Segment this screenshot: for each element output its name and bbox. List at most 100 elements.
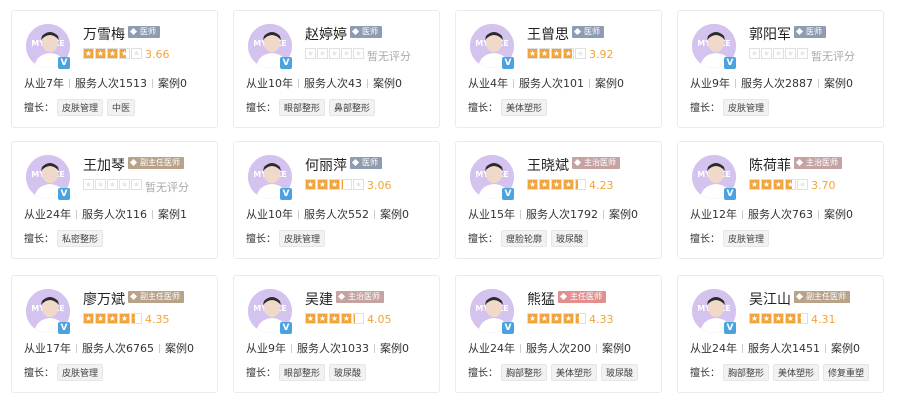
doctor-name[interactable]: 王加琴 [83,155,125,175]
verified-icon: V [58,188,70,200]
skill-tag[interactable]: 美体塑形 [551,364,598,381]
doctor-name[interactable]: 王晓斌 [527,155,569,175]
star-icon: ★ [119,48,130,59]
star-icon: ★ [539,179,550,190]
doctor-title-badge: 医师 [350,26,382,38]
doctor-name[interactable]: 吴建 [305,289,333,309]
served-count: 服务人次43 [304,77,362,90]
star-icon: ★ [341,313,352,324]
star-icon: ★ [95,179,106,190]
doctor-skills: 擅长： 眼部整形 鼻部整形 [246,99,379,116]
star-icon: ★ [761,179,772,190]
doctor-name[interactable]: 廖万斌 [83,289,125,309]
star-icon: ★ [773,313,784,324]
doctor-name[interactable]: 王曾思 [527,24,569,44]
rating-score: 4.31 [811,313,836,326]
star-icon: ★ [95,48,106,59]
skill-tag[interactable]: 美体塑形 [501,99,548,116]
skill-tag[interactable]: 鼻部整形 [329,99,376,116]
divider [513,79,514,88]
skill-tag[interactable]: 皮肤管理 [57,99,104,116]
practice-years: 从业4年 [468,77,508,90]
star-icon: ★ [761,48,772,59]
star-icon: ★ [305,48,316,59]
skill-tag[interactable]: 胸部整形 [723,364,770,381]
served-count: 服务人次6765 [82,342,154,355]
skill-tag[interactable]: 皮肤管理 [57,364,104,381]
served-count: 服务人次552 [304,208,369,221]
skill-tag[interactable]: 眼部整形 [279,99,326,116]
skill-tag[interactable]: 玻尿酸 [329,364,367,381]
star-icon: ★ [797,313,808,324]
skill-tag[interactable]: 玻尿酸 [551,230,589,247]
divider [742,210,743,219]
divider [374,344,375,353]
skills-label: 擅长： [468,368,498,379]
doctor-name[interactable]: 万雪梅 [83,24,125,44]
skill-tag[interactable]: 皮肤管理 [279,230,326,247]
doctor-title-badge: 医师 [350,157,382,169]
practice-years: 从业9年 [246,342,286,355]
doctor-grid: MYLIKEV万雪梅医师★★★★★3.66从业7年服务人次1513案例0擅长：皮… [11,10,889,402]
doctor-title-badge: 医师 [128,26,160,38]
skill-tag[interactable]: 皮肤管理 [723,99,770,116]
star-icon: ★ [575,313,586,324]
skill-tag[interactable]: 瘦脸轮廓 [501,230,548,247]
doctor-card[interactable]: MYLIKEV万雪梅医师★★★★★3.66从业7年服务人次1513案例0擅长：皮… [11,10,218,128]
star-icon: ★ [749,179,760,190]
doctor-skills: 擅长： 胸部整形 美体塑形 玻尿酸 [468,364,642,381]
doctor-card[interactable]: MYLIKEV王曾思医师★★★★★3.92从业4年服务人次101案例0擅长：美体… [455,10,662,128]
skill-tag[interactable]: 中医 [107,99,136,116]
doctor-name[interactable]: 何丽萍 [305,155,347,175]
doctor-name[interactable]: 郭阳军 [749,24,791,44]
doctor-stats: 从业7年 服务人次1513 案例0 [24,75,187,91]
divider [374,210,375,219]
star-icon: ★ [773,48,784,59]
doctor-stats: 从业15年 服务人次1792 案例0 [468,206,638,222]
skill-tag[interactable]: 美体塑形 [773,364,820,381]
case-count: 案例0 [595,77,624,90]
verified-icon: V [58,57,70,69]
doctor-card[interactable]: MYLIKEV熊猛主任医师★★★★★4.33从业24年服务人次200案例0擅长：… [455,275,662,393]
divider [603,210,604,219]
doctor-name[interactable]: 陈荷菲 [749,155,791,175]
doctor-card[interactable]: MYLIKEV廖万斌副主任医师★★★★★4.35从业17年服务人次6765案例0… [11,275,218,393]
doctor-card[interactable]: MYLIKEV王加琴副主任医师★★★★★暂无评分从业24年服务人次116案例1擅… [11,141,218,259]
star-icon: ★ [563,179,574,190]
star-icon: ★ [749,48,760,59]
served-count: 服务人次1513 [75,77,147,90]
doctor-title-badge: 医师 [572,26,604,38]
doctor-name[interactable]: 熊猛 [527,289,555,309]
skill-tag[interactable]: 修复重塑 [823,364,870,381]
doctor-name[interactable]: 赵婷婷 [305,24,347,44]
doctor-card[interactable]: MYLIKEV赵婷婷医师★★★★★暂无评分从业10年服务人次43案例0擅长：眼部… [233,10,440,128]
verified-icon: V [502,188,514,200]
case-count: 案例0 [158,77,187,90]
doctor-card[interactable]: MYLIKEV陈荷菲主治医师★★★★★3.70从业12年服务人次763案例0擅长… [677,141,884,259]
skill-tag[interactable]: 眼部整形 [279,364,326,381]
doctor-skills: 擅长： 皮肤管理 [690,230,773,247]
practice-years: 从业7年 [24,77,64,90]
practice-years: 从业15年 [468,208,515,221]
star-icon: ★ [95,313,106,324]
skill-tag[interactable]: 胸部整形 [501,364,548,381]
doctor-card[interactable]: MYLIKEV郭阳军医师★★★★★暂无评分从业9年服务人次2887案例0擅长：皮… [677,10,884,128]
case-count: 案例0 [380,342,409,355]
verified-icon: V [724,188,736,200]
skill-tag[interactable]: 玻尿酸 [601,364,639,381]
doctor-title-badge: 主任医师 [558,291,606,303]
doctor-skills: 擅长： 皮肤管理 [24,364,107,381]
verified-icon: V [502,322,514,334]
skills-label: 擅长： [690,234,720,245]
skill-tag[interactable]: 私密整形 [57,230,104,247]
skill-tag[interactable]: 皮肤管理 [723,230,770,247]
doctor-card[interactable]: MYLIKEV吴江山副主任医师★★★★★4.31从业24年服务人次1451案例0… [677,275,884,393]
doctor-skills: 擅长： 皮肤管理 [690,99,773,116]
doctor-card[interactable]: MYLIKEV王晓斌主治医师★★★★★4.23从业15年服务人次1792案例0擅… [455,141,662,259]
doctor-card[interactable]: MYLIKEV吴建主治医师★★★★★4.05从业9年服务人次1033案例0擅长：… [233,275,440,393]
skills-label: 擅长： [24,103,54,114]
doctor-name[interactable]: 吴江山 [749,289,791,309]
star-icon: ★ [785,179,796,190]
doctor-stats: 从业10年 服务人次43 案例0 [246,75,402,91]
doctor-card[interactable]: MYLIKEV何丽萍医师★★★★★3.06从业10年服务人次552案例0擅长：皮… [233,141,440,259]
